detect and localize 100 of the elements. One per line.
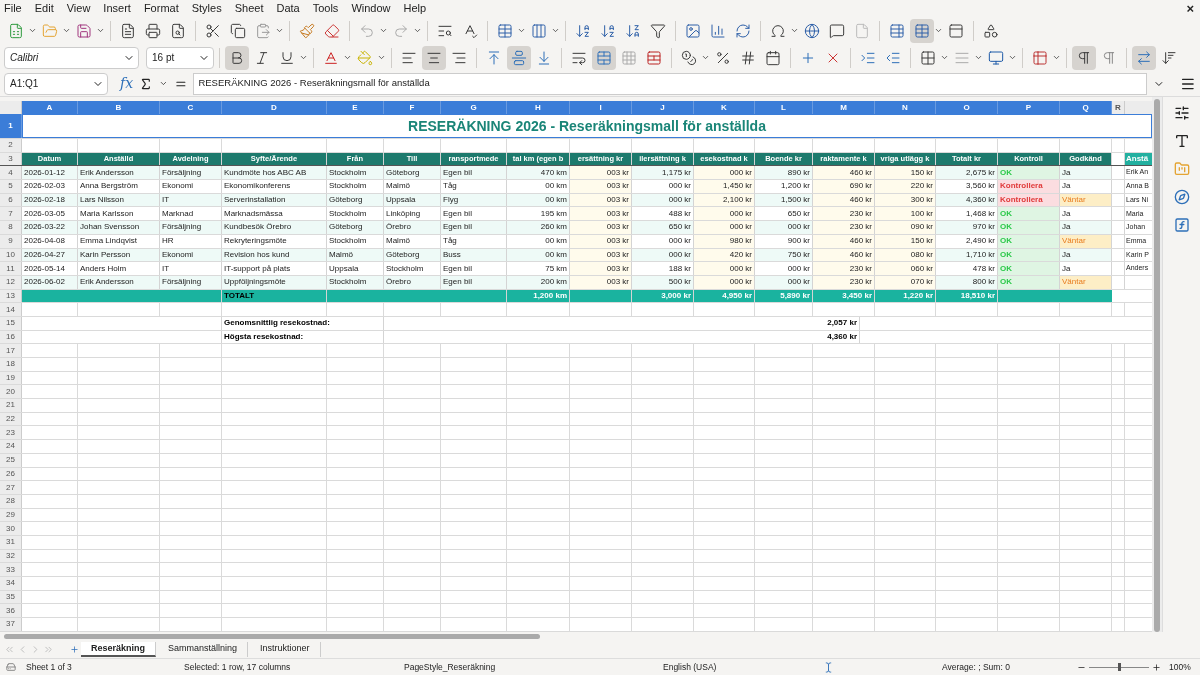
sum-icon[interactable] [139, 76, 153, 91]
zoom-in-icon[interactable] [1152, 662, 1161, 672]
bold-icon[interactable] [225, 45, 249, 70]
row-header[interactable]: 4 [0, 166, 22, 180]
column-header[interactable]: P [998, 101, 1060, 114]
menu-item[interactable]: Insert [103, 0, 131, 17]
dropdown-caret-icon[interactable] [275, 26, 284, 35]
properties-icon[interactable] [1173, 105, 1190, 121]
freeze-rows-columns-icon[interactable] [910, 18, 934, 43]
align-center-icon[interactable] [422, 45, 446, 70]
selection-mode-icon[interactable] [823, 661, 834, 673]
dropdown-caret-icon[interactable] [96, 26, 105, 35]
menu-item[interactable]: Data [276, 0, 300, 17]
row-header[interactable]: 1 [0, 114, 22, 138]
column-header[interactable]: B [78, 101, 160, 114]
page-style[interactable]: PageStyle_Reseräkning [404, 660, 663, 674]
column-header[interactable]: Q [1060, 101, 1112, 114]
row-header[interactable]: 14 [0, 303, 22, 316]
row-header[interactable]: 23 [0, 426, 22, 440]
column-header[interactable]: F [384, 101, 441, 114]
row-header[interactable]: 2 [0, 139, 22, 152]
dropdown-caret-icon[interactable] [28, 26, 37, 35]
merge-center-icon[interactable] [592, 45, 616, 70]
column-header[interactable]: C [160, 101, 222, 114]
add-sheet-icon[interactable] [70, 644, 79, 654]
row-header[interactable]: 24 [0, 440, 22, 453]
dropdown-caret-icon[interactable] [377, 53, 386, 62]
row-header[interactable]: 36 [0, 604, 22, 618]
dropdown-caret-icon[interactable] [934, 26, 943, 35]
dropdown-caret-icon[interactable] [343, 53, 352, 62]
dropdown-caret-icon[interactable] [701, 53, 710, 62]
dropdown-caret-icon[interactable] [940, 53, 949, 62]
row-header[interactable]: 37 [0, 618, 22, 631]
column-header[interactable]: A [22, 101, 78, 114]
function-wizard-button[interactable]: fx [120, 73, 134, 94]
functions-icon[interactable] [1173, 217, 1190, 233]
language[interactable]: English (USA) [663, 660, 823, 674]
column-header[interactable]: G [441, 101, 507, 114]
column-header[interactable]: L [755, 101, 813, 114]
name-box[interactable]: A1:Q1 [4, 72, 109, 95]
menu-item[interactable]: Sheet [234, 0, 264, 17]
column-header[interactable]: E [327, 101, 384, 114]
sheet-tab[interactable]: Sammanställning [158, 641, 249, 657]
align-middle-icon[interactable] [507, 45, 531, 70]
left-to-right-icon[interactable] [1072, 45, 1096, 70]
row-header[interactable]: 30 [0, 522, 22, 535]
column-header[interactable]: K [694, 101, 755, 114]
dropdown-caret-icon[interactable] [299, 53, 308, 62]
font-name-field[interactable]: Calibri [4, 46, 139, 69]
column-header[interactable]: M [813, 101, 875, 114]
menu-item[interactable]: Edit [34, 0, 54, 17]
dropdown-caret-icon[interactable] [62, 26, 71, 35]
zoom-slider-thumb[interactable] [1117, 663, 1121, 671]
sheet-tab[interactable]: Instruktioner [250, 641, 321, 657]
close-button[interactable]: × [1186, 0, 1194, 19]
dropdown-caret-icon[interactable] [974, 53, 983, 62]
menu-item[interactable]: Format [143, 0, 179, 17]
column-header[interactable]: J [632, 101, 694, 114]
row-header[interactable]: 20 [0, 385, 22, 399]
menu-item[interactable]: Window [351, 0, 391, 17]
row-header[interactable]: 33 [0, 563, 22, 576]
column-header[interactable]: N [875, 101, 936, 114]
menu-item[interactable]: View [66, 0, 91, 17]
styles-icon[interactable] [1173, 133, 1190, 149]
column-header[interactable]: R [1112, 101, 1125, 114]
dropdown-caret-icon[interactable] [1052, 53, 1061, 62]
font-size-field[interactable]: 16 pt [146, 46, 214, 69]
row-header[interactable]: 34 [0, 577, 22, 590]
navigator-icon[interactable] [1173, 189, 1190, 205]
menu-item[interactable]: Help [403, 0, 427, 17]
row-header[interactable]: 5 [0, 180, 22, 193]
menu-item[interactable]: File [4, 0, 22, 17]
column-header[interactable]: D [222, 101, 327, 114]
horizontal-scrollbar[interactable] [4, 633, 540, 639]
dropdown-caret-icon[interactable] [158, 79, 168, 88]
row-header[interactable]: 8 [0, 221, 22, 234]
dropdown-caret-icon[interactable] [413, 26, 422, 35]
sheet-tab[interactable]: Reseräkning [81, 641, 157, 657]
zoom-level[interactable]: 100% [1169, 660, 1191, 674]
dropdown-caret-icon[interactable] [517, 26, 526, 35]
formula-input[interactable]: RESERÄKNING 2026 - Reseräkningsmall för anställda [193, 72, 1147, 95]
column-header[interactable]: I [570, 101, 632, 114]
zoom-slider[interactable] [1089, 663, 1149, 671]
row-header[interactable]: 21 [0, 399, 22, 412]
dropdown-caret-icon[interactable] [1008, 53, 1017, 62]
column-header[interactable]: O [936, 101, 998, 114]
table-cell: 150 kr [875, 166, 936, 180]
table-cell: Emma Lindqvist [78, 234, 160, 248]
menu-item[interactable]: Styles [191, 0, 222, 17]
menu-item[interactable]: Tools [312, 0, 339, 17]
row-header[interactable]: 27 [0, 481, 22, 494]
column-header[interactable]: H [507, 101, 570, 114]
dropdown-caret-icon[interactable] [551, 26, 560, 35]
row-header[interactable]: 18 [0, 358, 22, 371]
row-header[interactable]: 7 [0, 207, 22, 221]
dropdown-caret-icon[interactable] [379, 26, 388, 35]
row-header[interactable]: 11 [0, 262, 22, 275]
row-header[interactable]: 17 [0, 344, 22, 357]
dropdown-caret-icon[interactable] [790, 26, 799, 35]
text-direction-icon[interactable] [1132, 45, 1156, 70]
